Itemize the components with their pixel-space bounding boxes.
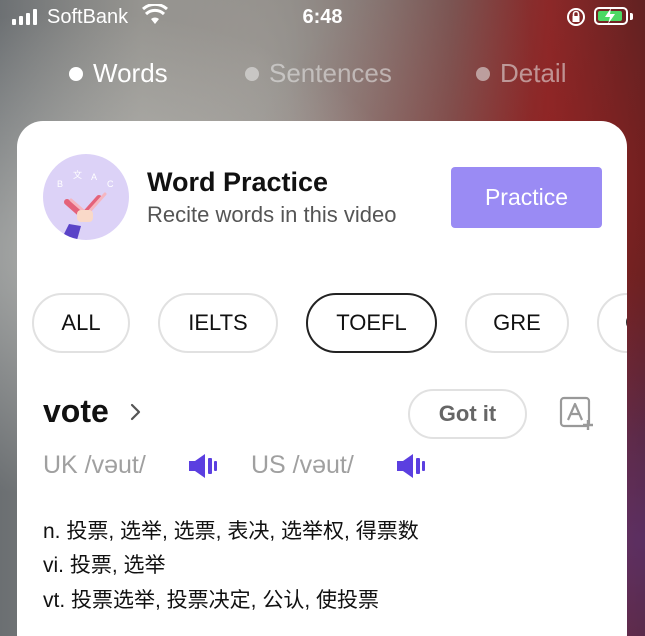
chevron-right-icon[interactable] <box>129 401 143 423</box>
tab-words[interactable]: Words <box>69 58 168 89</box>
tab-label: Words <box>93 58 168 88</box>
definition-noun: n. 投票, 选举, 选票, 表决, 选举权, 得票数 <box>43 520 419 543</box>
word-headword[interactable]: vote <box>43 393 109 430</box>
tab-dot <box>476 66 490 81</box>
filter-chip-gre[interactable]: GRE <box>465 293 569 353</box>
filter-chip-partial[interactable]: G <box>597 293 627 353</box>
avatar-letter: C <box>107 179 114 189</box>
uk-speaker-icon[interactable] <box>187 451 221 481</box>
tab-detail[interactable]: Detail <box>476 58 566 89</box>
status-bar: SoftBank 6:48 <box>0 0 645 36</box>
definition-transitive-verb: vt. 投票选举, 投票决定, 公认, 使投票 <box>43 589 380 612</box>
filter-chip-ielts[interactable]: IELTS <box>158 293 278 353</box>
avatar-letter: B <box>57 179 63 189</box>
battery-icon <box>594 7 628 25</box>
definition-intransitive-verb: vi. 投票, 选举 <box>43 554 166 577</box>
got-it-button[interactable]: Got it <box>408 389 527 439</box>
avatar-letter: A <box>91 172 97 182</box>
us-pronunciation: US /vəut/ <box>251 451 354 479</box>
practice-button[interactable]: Practice <box>451 167 602 228</box>
exam-filter-chips: ALL IELTS TOEFL GRE G <box>17 293 627 353</box>
us-speaker-icon[interactable] <box>395 451 429 481</box>
battery-tip <box>630 13 633 20</box>
add-to-wordbook-icon[interactable] <box>557 394 595 432</box>
tab-dot <box>69 66 83 81</box>
header-subtitle: Recite words in this video <box>147 202 397 227</box>
top-tabs: Words Sentences Detail <box>0 58 645 98</box>
tab-sentences[interactable]: Sentences <box>245 58 392 89</box>
tab-dot <box>245 66 259 81</box>
clock: 6:48 <box>302 6 343 28</box>
avatar-letter: 文 <box>73 169 82 180</box>
tab-label: Sentences <box>269 58 392 88</box>
word-practice-illustration: B 文 A C <box>43 154 129 240</box>
rotation-lock-icon <box>567 8 585 26</box>
filter-chip-all[interactable]: ALL <box>32 293 130 353</box>
tab-label: Detail <box>500 58 567 88</box>
filter-chip-toefl[interactable]: TOEFL <box>306 293 437 353</box>
word-practice-card: B 文 A C Word Practice Recite words in th… <box>17 121 627 636</box>
header-title: Word Practice <box>147 167 329 197</box>
uk-pronunciation: UK /vəut/ <box>43 451 146 479</box>
